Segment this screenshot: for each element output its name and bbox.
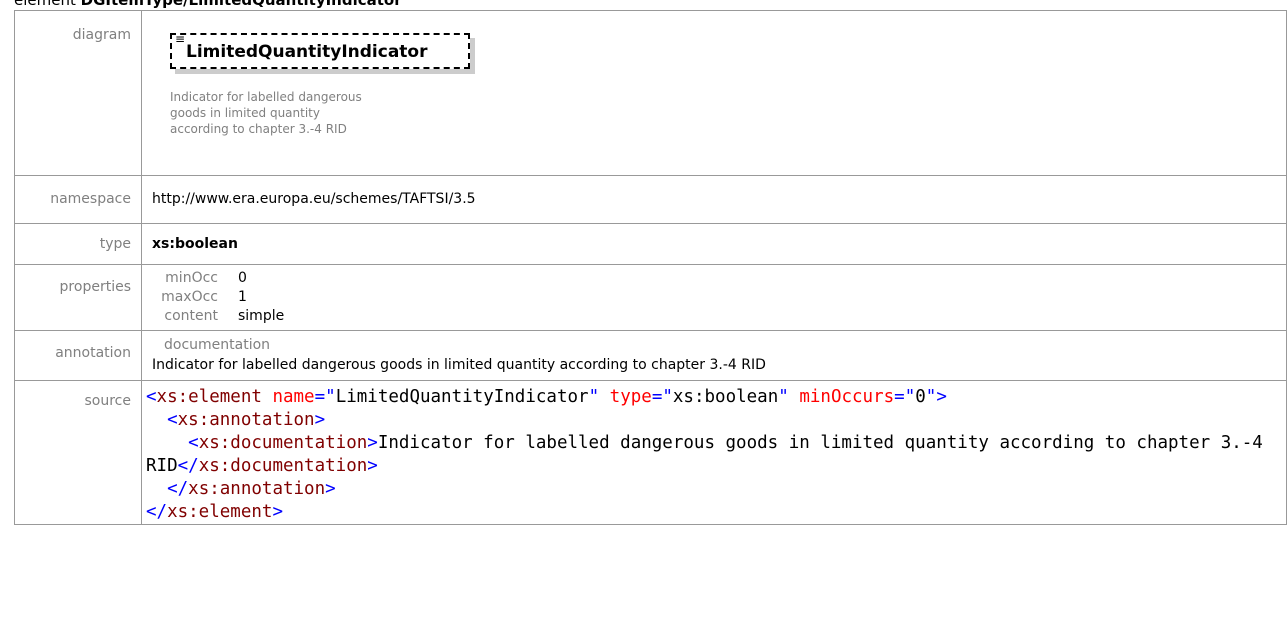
namespace-label: namespace: [14, 175, 142, 224]
properties-cell: minOcc 0 maxOcc 1 content simple: [141, 264, 1287, 331]
property-minocc: minOcc 0: [160, 269, 1286, 288]
type-value: xs:boolean: [141, 223, 1287, 265]
element-properties-table: diagram ≡ LimitedQuantityIndicator Indic…: [14, 10, 1287, 525]
source-row: source <xs:element name="LimitedQuantity…: [14, 380, 1287, 525]
element-node[interactable]: ≡ LimitedQuantityIndicator: [170, 33, 470, 69]
annotation-label: annotation: [14, 330, 142, 381]
property-value: 1: [238, 289, 247, 305]
namespace-value: http://www.era.europa.eu/schemes/TAFTSI/…: [141, 175, 1287, 224]
properties-list: minOcc 0 maxOcc 1 content simple: [160, 269, 1286, 326]
diagram-documentation: Indicator for labelled dangerous goods i…: [170, 90, 362, 136]
element-node-name: LimitedQuantityIndicator: [186, 42, 428, 62]
documentation-icon: ≡: [175, 32, 186, 46]
page-title: element DGItemType/LimitedQuantityIndica…: [0, 0, 1287, 10]
diagram-row: diagram ≡ LimitedQuantityIndicator Indic…: [14, 10, 1287, 176]
property-content: content simple: [160, 307, 1286, 326]
type-label: type: [14, 223, 142, 265]
property-maxocc: maxOcc 1: [160, 288, 1286, 307]
property-key: maxOcc: [161, 289, 218, 305]
element-diagram: ≡ LimitedQuantityIndicator: [170, 33, 486, 81]
source-label: source: [14, 380, 142, 525]
diagram-cell: ≡ LimitedQuantityIndicator Indicator for…: [141, 10, 1287, 176]
annotation-heading: documentation: [164, 337, 271, 353]
annotation-row: annotation documentation Indicator for l…: [14, 330, 1287, 381]
property-key: minOcc: [165, 270, 218, 286]
diagram-label: diagram: [14, 10, 142, 176]
source-code: <xs:element name="LimitedQuantityIndicat…: [146, 387, 1274, 522]
properties-row: properties minOcc 0 maxOcc 1 content sim…: [14, 264, 1287, 331]
property-value: 0: [238, 270, 247, 286]
source-cell: <xs:element name="LimitedQuantityIndicat…: [141, 380, 1287, 525]
page-title-name: DGItemType/LimitedQuantityIndicator: [80, 0, 402, 9]
annotation-text: Indicator for labelled dangerous goods i…: [152, 357, 766, 373]
type-row: type xs:boolean: [14, 223, 1287, 265]
property-key: content: [164, 308, 218, 324]
namespace-row: namespace http://www.era.europa.eu/schem…: [14, 175, 1287, 224]
property-value: simple: [238, 308, 285, 324]
properties-label: properties: [14, 264, 142, 331]
annotation-cell: documentation Indicator for labelled dan…: [141, 330, 1287, 381]
page-title-prefix: element: [14, 0, 81, 9]
